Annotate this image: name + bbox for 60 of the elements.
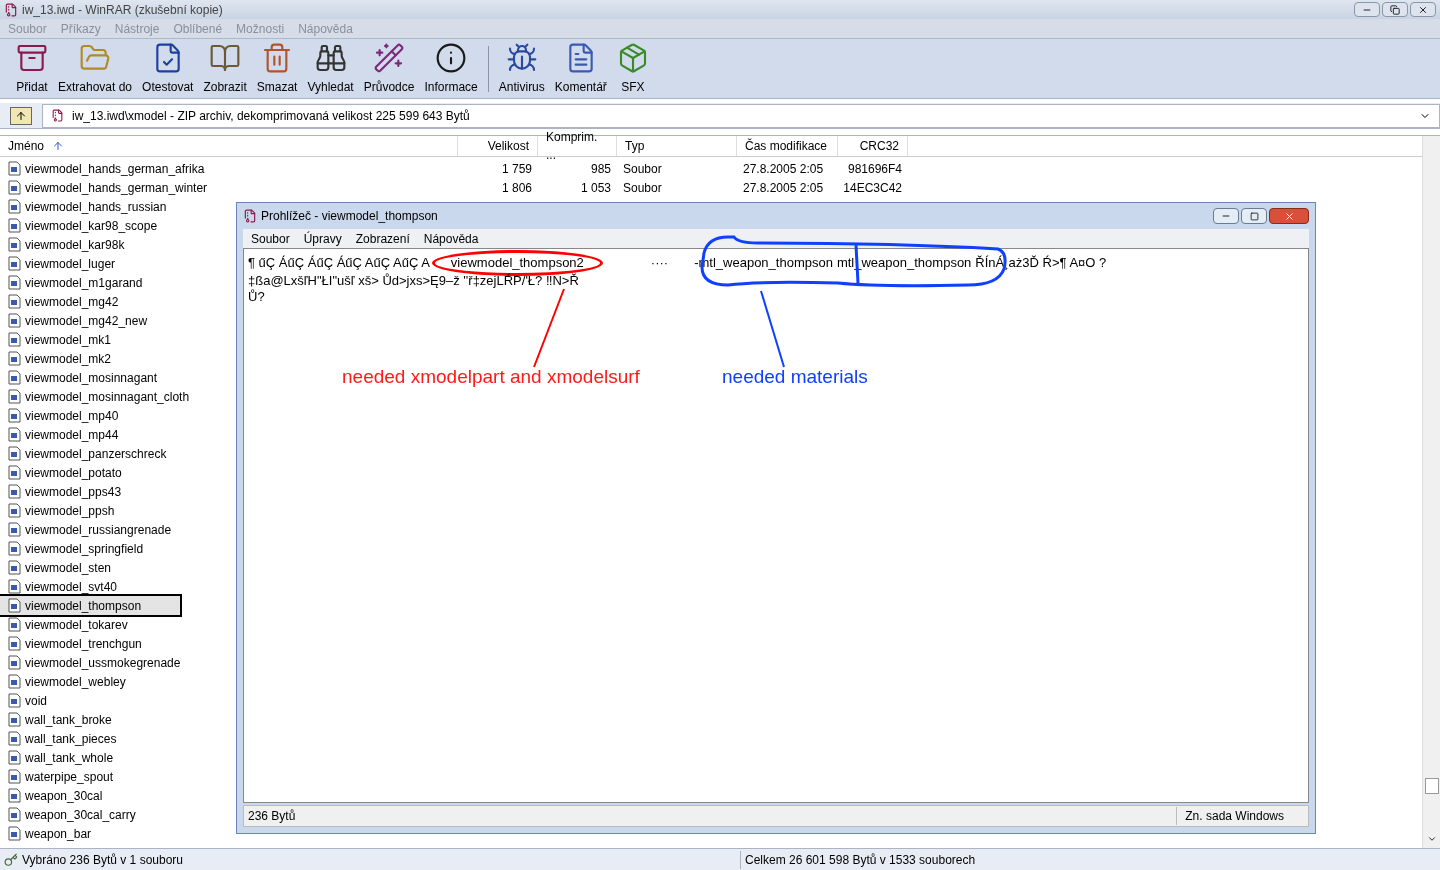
file-name: weapon_bar bbox=[25, 825, 92, 843]
file-name: viewmodel_hands_german_winter bbox=[25, 179, 208, 197]
file-name: viewmodel_mosinnagant bbox=[25, 369, 158, 387]
viewer-title: Prohlížeč - viewmodel_thompson bbox=[261, 208, 438, 225]
file-name: viewmodel_mp44 bbox=[25, 426, 119, 444]
total-status: Celkem 26 601 598 Bytů v 1533 souborech bbox=[740, 850, 976, 869]
file-name: viewmodel_mp40 bbox=[25, 407, 119, 425]
charset-status: Zn. sada Windows bbox=[1176, 807, 1308, 825]
file-name: viewmodel_ppsh bbox=[25, 502, 115, 520]
annotation-note: needed materials bbox=[722, 369, 868, 385]
file-name: viewmodel_mg42 bbox=[25, 293, 119, 311]
file-name: wall_tank_broke bbox=[25, 711, 112, 729]
packed-size: 985 bbox=[589, 160, 612, 178]
file-name: viewmodel_kar98_scope bbox=[25, 217, 158, 235]
file-name: weapon_30cal_carry bbox=[25, 806, 136, 824]
file-name: viewmodel_hands_russian bbox=[25, 198, 167, 216]
file-name: viewmodel_pps43 bbox=[25, 483, 122, 501]
selection-status: Vybráno 236 Bytů v 1 souboru bbox=[22, 851, 183, 869]
viewer-status: 236 Bytů bbox=[247, 808, 297, 825]
file-name: viewmodel_m1garand bbox=[25, 274, 143, 292]
file-name: viewmodel_potato bbox=[25, 464, 122, 482]
binary-text: ¶ űÇ ÁűÇ ÁűÇ ÁűÇ AűÇ AűÇ A bbox=[248, 255, 430, 271]
file-name: viewmodel_springfield bbox=[25, 540, 144, 558]
binary-text: Ů? bbox=[248, 289, 266, 305]
window-title: iw_13.iwd - WinRAR (zkušební kopie) bbox=[22, 1, 223, 19]
crc-value: 981696F4 bbox=[846, 160, 903, 178]
file-size: 1 806 bbox=[500, 179, 533, 197]
file-type: Soubor bbox=[622, 160, 663, 178]
modified-date: 27.8.2005 2:05 bbox=[742, 179, 825, 197]
binary-text: - bbox=[694, 255, 699, 271]
file-name: viewmodel_mk2 bbox=[25, 350, 112, 368]
file-name: wall_tank_pieces bbox=[25, 730, 117, 748]
file-name: wall_tank_whole bbox=[25, 749, 114, 767]
file-name: viewmodel_svt40 bbox=[25, 578, 118, 596]
file-name: viewmodel_sten bbox=[25, 559, 112, 577]
file-name: viewmodel_mk1 bbox=[25, 331, 112, 349]
file-name: viewmodel_hands_german_afrika bbox=[25, 160, 205, 178]
annotation-note: needed xmodelpart and xmodelsurf bbox=[342, 369, 640, 385]
file-name: viewmodel_ussmokegrenade bbox=[25, 654, 181, 672]
packed-size: 1 053 bbox=[579, 179, 612, 197]
file-type: Soubor bbox=[622, 179, 663, 197]
file-name: viewmodel_webley bbox=[25, 673, 126, 691]
file-name: viewmodel_trenchgun bbox=[25, 635, 142, 653]
binary-text: ···· bbox=[650, 255, 669, 271]
binary-text: ‡ßa@LxšľH"ŁI"ušľ xš> Ůd>jxs>Ę9–ž ''ř‡zejLŔP/'Ł? ‼N>Ř bbox=[248, 273, 580, 289]
address-text: iw_13.iwd\xmodel - ZIP archiv, dekomprimovaná velikost 225 599 643 Bytů bbox=[72, 107, 470, 125]
crc-value: 14EC3C42 bbox=[842, 179, 903, 197]
file-name: viewmodel_russiangrenade bbox=[25, 521, 172, 539]
modified-date: 27.8.2005 2:05 bbox=[742, 160, 825, 178]
file-name: viewmodel_kar98k bbox=[25, 236, 125, 254]
file-name: void bbox=[25, 692, 47, 710]
file-name: viewmodel_panzerschreck bbox=[25, 445, 167, 463]
file-name: viewmodel_luger bbox=[25, 255, 116, 273]
file-name: weapon_30cal bbox=[25, 787, 103, 805]
file-name: waterpipe_spout bbox=[25, 768, 114, 786]
file-name: viewmodel_mg42_new bbox=[25, 312, 148, 330]
file-name: viewmodel_tokarev bbox=[25, 616, 128, 634]
file-name: viewmodel_thompson bbox=[25, 597, 142, 615]
file-name: viewmodel_mosinnagant_cloth bbox=[25, 388, 190, 406]
file-size: 1 759 bbox=[500, 160, 533, 178]
